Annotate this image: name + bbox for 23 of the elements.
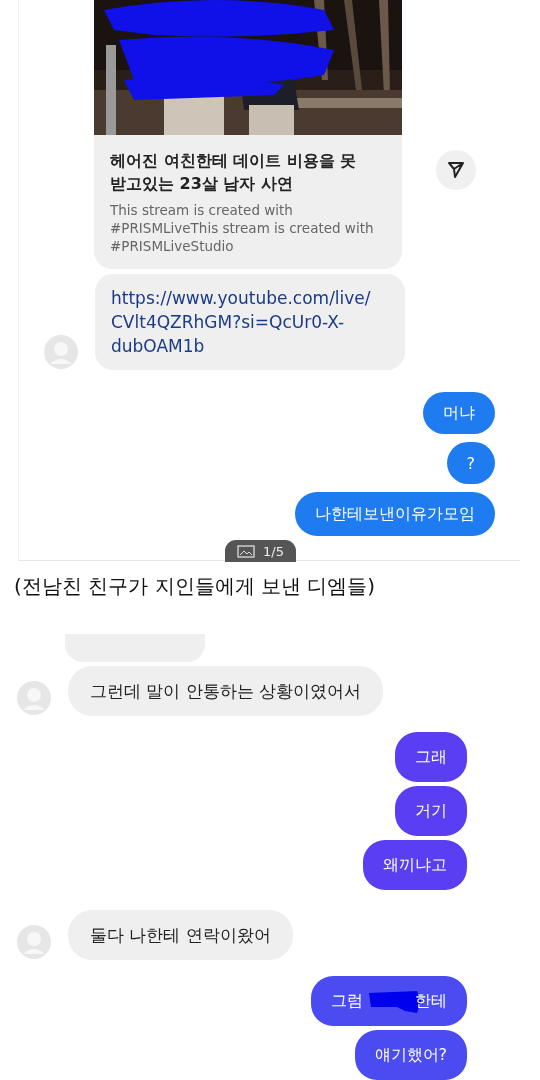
avatar bbox=[43, 334, 79, 370]
received-message: 둘다 나한테 연락이왔어 bbox=[68, 910, 293, 960]
link-message[interactable]: https://www.youtube.com/live/CVlt4QZRhGM?si=QcUr0-X-dubOAM1b bbox=[95, 274, 405, 370]
sent-message: 머냐 bbox=[423, 392, 495, 434]
image-icon bbox=[237, 544, 255, 558]
sent-message: 나한테보낸이유가모임 bbox=[295, 492, 495, 536]
send-icon bbox=[447, 161, 465, 179]
preview-title: 헤어진 여친한테 데이트 비용을 못 받고있는 23살 남자 사연 bbox=[109, 150, 358, 195]
received-message: 그런데 말이 안통하는 상황이였어서 bbox=[68, 666, 384, 716]
sent-message: ? bbox=[446, 442, 495, 484]
sent-message: 그래 bbox=[395, 732, 467, 782]
message-text: 한테 bbox=[415, 990, 447, 1012]
preview-description: This stream is created with #PRISMLiveThis stream is created with #PRISMLiveStudio bbox=[109, 201, 375, 256]
link-preview-card[interactable]: 헤어진 여친한테 데이트 비용을 못 받고있는 23살 남자 사연 This stream is created with #PRISMLiveThis stream is created with #PRISMLiveStudio bbox=[94, 0, 402, 269]
avatar bbox=[16, 924, 52, 960]
sent-message: 얘기했어? bbox=[354, 1030, 467, 1080]
avatar bbox=[16, 680, 52, 716]
sent-message: 거기 bbox=[395, 786, 467, 836]
page-count: 1/5 bbox=[263, 543, 284, 559]
sent-message: 왜끼냐고 bbox=[363, 840, 467, 890]
share-button[interactable] bbox=[436, 150, 476, 190]
message-text: 그럼 bbox=[331, 990, 363, 1012]
caption: (전남친 친구가 지인들에게 보낸 디엠들) bbox=[14, 573, 377, 600]
